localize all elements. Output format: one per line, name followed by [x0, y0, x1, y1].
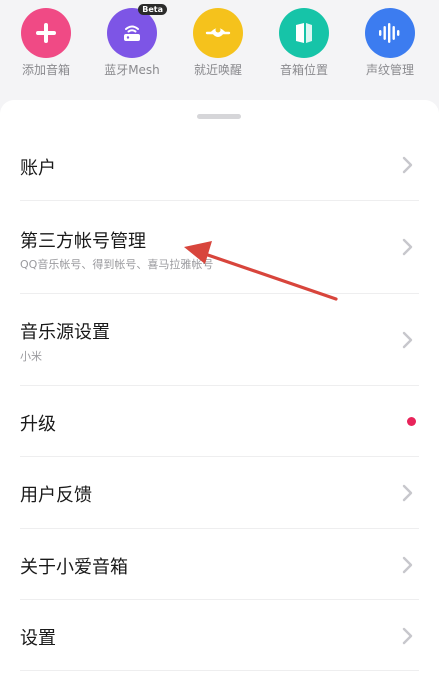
- router-icon: [124, 25, 140, 41]
- shortcut-add-speaker[interactable]: 添加音箱: [11, 8, 81, 77]
- menu-item-settings[interactable]: 设置: [0, 600, 439, 670]
- menu-item-title: 升级: [20, 414, 56, 435]
- beta-badge: Beta: [138, 4, 167, 15]
- shortcut-label: 就近唤醒: [193, 63, 242, 77]
- chevron-right-icon: [402, 556, 413, 574]
- menu-item-subtitle: 小米: [20, 350, 42, 363]
- menu-item-title: 第三方帐号管理: [20, 231, 146, 252]
- wake-icon: [205, 27, 231, 37]
- menu-item-subtitle: QQ音乐帐号、得到帐号、喜马拉雅帐号: [20, 258, 214, 271]
- update-badge-dot: [407, 417, 416, 426]
- nearby-wake-circle: [193, 8, 243, 58]
- shortcut-nearby-wake[interactable]: 就近唤醒: [183, 8, 253, 77]
- add-speaker-circle: [21, 8, 71, 58]
- voiceprint-circle: [365, 8, 415, 58]
- bluetooth-mesh-circle: Beta: [107, 4, 167, 58]
- menu-item-feedback[interactable]: 用户反馈: [0, 457, 439, 528]
- shortcut-speaker-location[interactable]: 音箱位置: [269, 8, 339, 77]
- chevron-right-icon: [402, 156, 413, 174]
- shortcut-bar: 添加音箱 Beta 蓝牙Mesh 就近唤醒 音箱位置 声纹管理: [0, 0, 439, 110]
- chevron-right-icon: [402, 331, 413, 349]
- menu-item-music-source[interactable]: 音乐源设置 小米: [0, 294, 439, 385]
- menu-item-account[interactable]: 账户: [0, 130, 439, 200]
- shortcut-label: 音箱位置: [279, 63, 328, 77]
- menu-item-title: 用户反馈: [20, 485, 92, 506]
- menu-item-title: 音乐源设置: [20, 322, 110, 343]
- menu-item-third-party-accounts[interactable]: 第三方帐号管理 QQ音乐帐号、得到帐号、喜马拉雅帐号: [0, 201, 439, 293]
- shortcut-label: 蓝牙Mesh: [104, 63, 160, 77]
- shortcut-label: 添加音箱: [21, 63, 70, 77]
- menu-item-about[interactable]: 关于小爱音箱: [0, 529, 439, 599]
- drag-handle[interactable]: [197, 114, 241, 119]
- voiceprint-icon: [379, 23, 400, 43]
- menu-item-upgrade[interactable]: 升级: [0, 386, 439, 456]
- shortcut-bluetooth-mesh[interactable]: Beta 蓝牙Mesh: [97, 4, 167, 77]
- shortcut-label: 声纹管理: [365, 63, 414, 77]
- chevron-right-icon: [402, 627, 413, 645]
- divider: [20, 670, 419, 671]
- location-icon: [296, 23, 312, 43]
- settings-sheet: 账户 第三方帐号管理 QQ音乐帐号、得到帐号、喜马拉雅帐号 音乐源设置 小米 升…: [0, 100, 439, 687]
- menu-item-title: 账户: [20, 158, 56, 179]
- menu-item-title: 关于小爱音箱: [20, 557, 128, 578]
- chevron-right-icon: [402, 238, 413, 256]
- plus-icon: [36, 23, 56, 43]
- shortcut-voiceprint[interactable]: 声纹管理: [355, 8, 425, 77]
- speaker-location-circle: [279, 8, 329, 58]
- menu-item-title: 设置: [20, 628, 56, 649]
- chevron-right-icon: [402, 484, 413, 502]
